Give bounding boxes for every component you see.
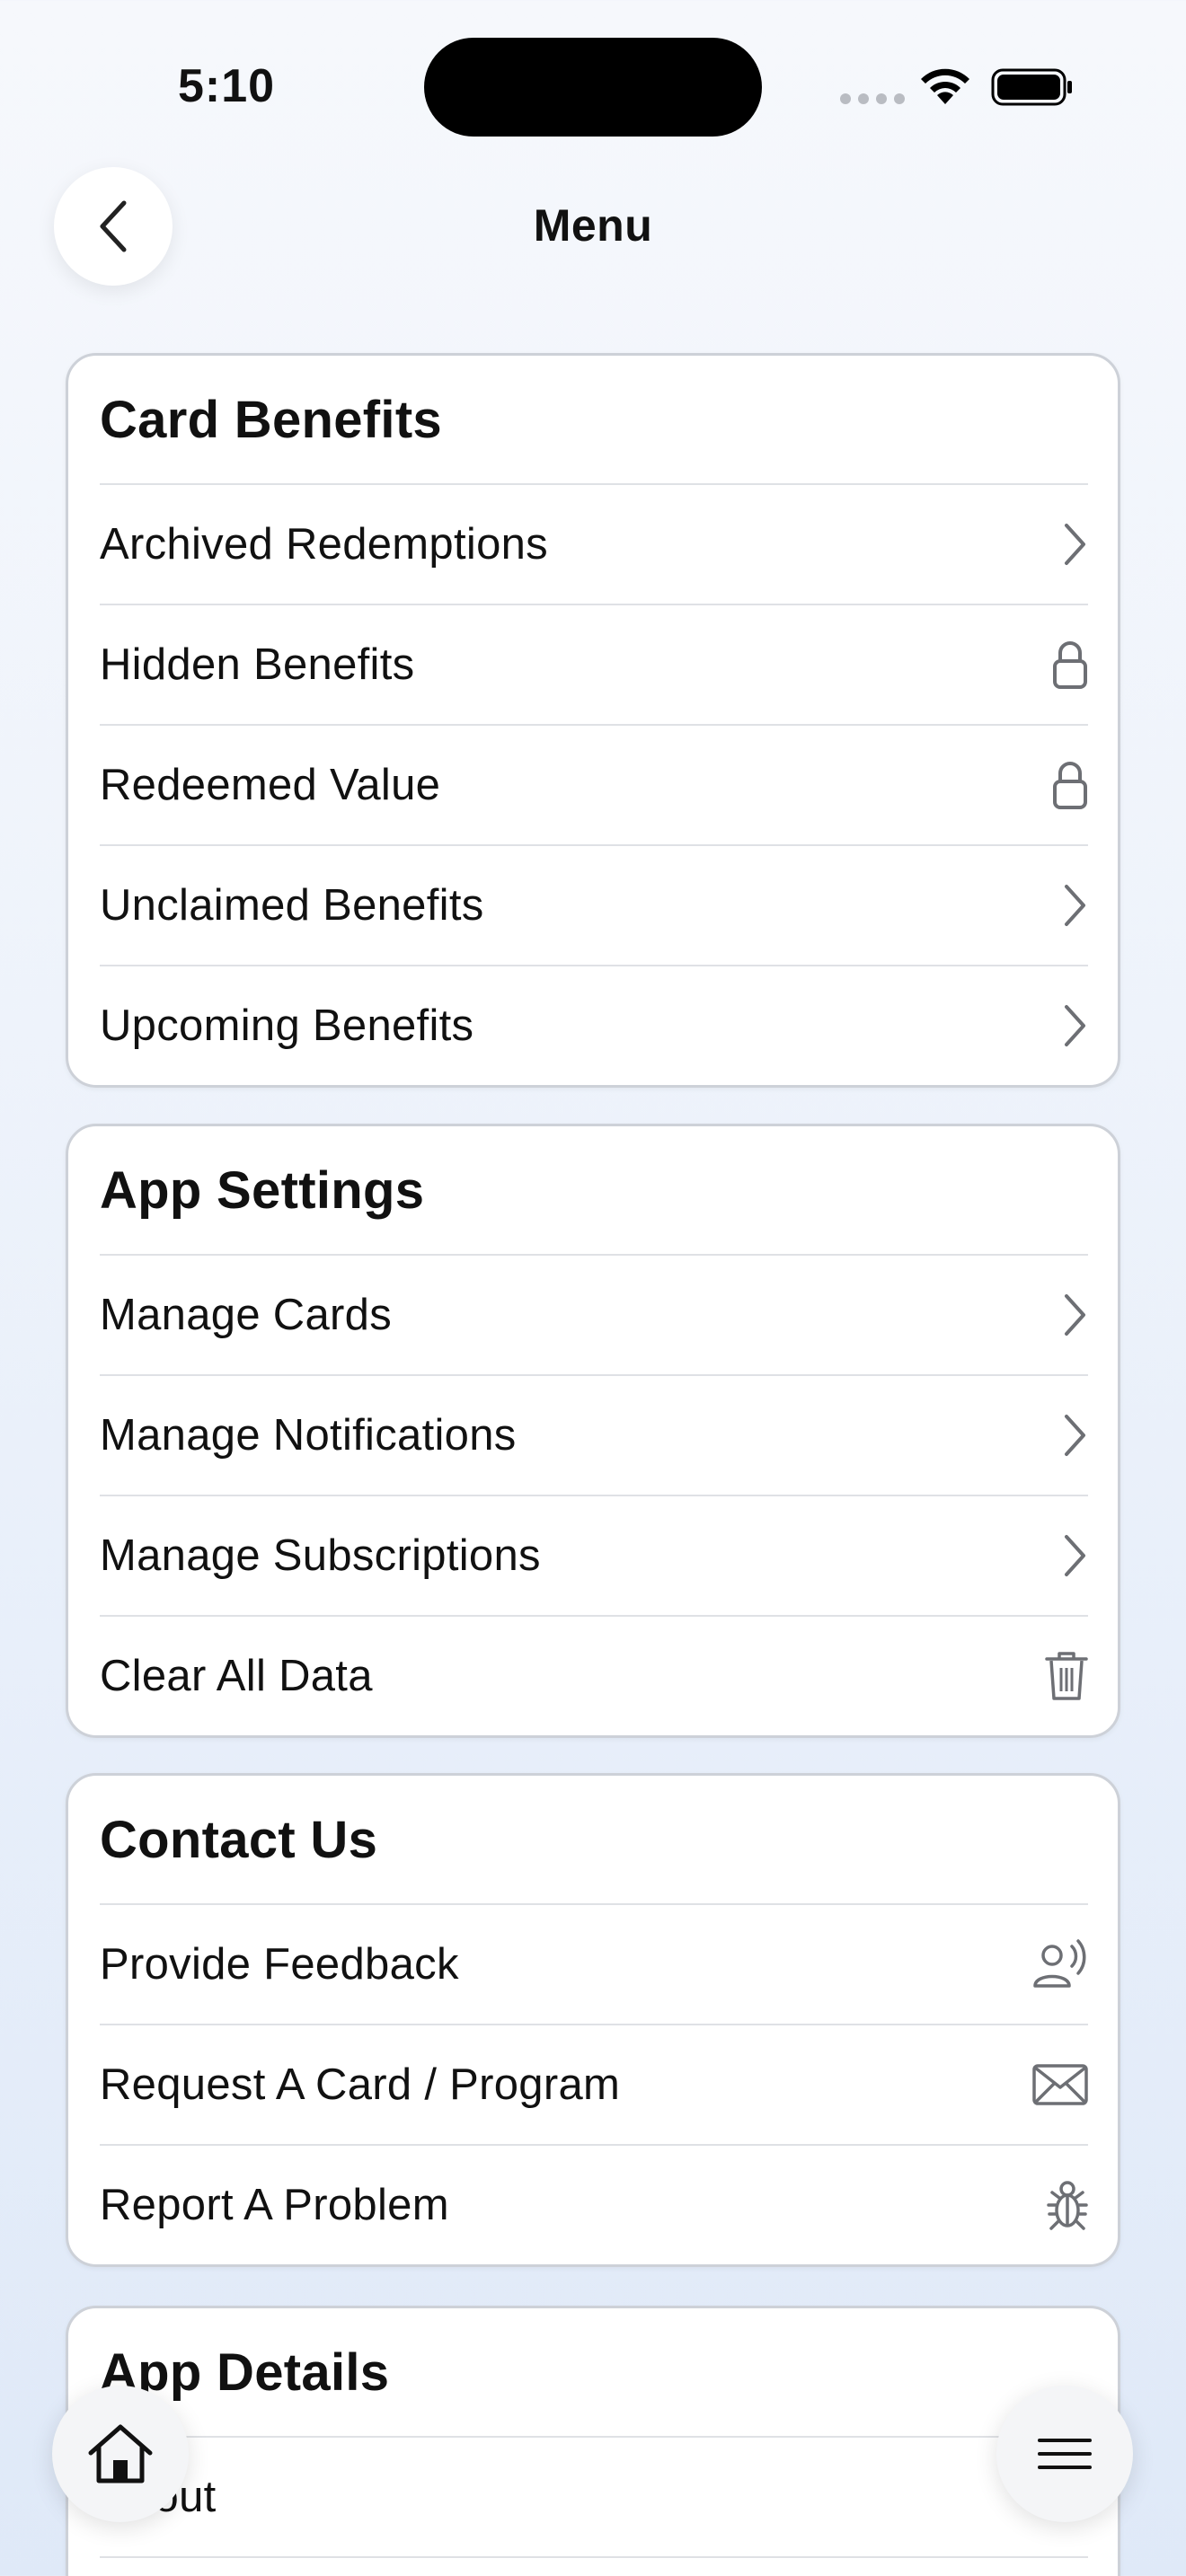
bug-icon (1047, 2181, 1088, 2230)
menu-item-archived-redemptions[interactable]: Archived Redemptions (100, 483, 1088, 604)
menu-item-label: Manage Notifications (100, 1411, 517, 1460)
status-icons (840, 65, 1083, 110)
chevron-right-icon (1065, 885, 1085, 926)
menu-item-label: Report A Problem (100, 2181, 449, 2229)
menu-button[interactable] (996, 2386, 1133, 2522)
trash-icon (1045, 1652, 1088, 1700)
menu-item-unclaimed-benefits[interactable]: Unclaimed Benefits (100, 844, 1088, 965)
menu-item-upcoming-benefits[interactable]: Upcoming Benefits (100, 965, 1088, 1085)
menu-item-request-a-card[interactable]: Request A Card / Program (100, 2024, 1088, 2144)
section-title: App Details (100, 2342, 390, 2402)
app-settings-section: App Settings Manage Cards Manage Notific… (66, 1124, 1120, 1738)
menu-item-label: Clear All Data (100, 1652, 373, 1700)
menu-item-label: Provide Feedback (100, 1940, 459, 1989)
menu-item-label: Archived Redemptions (100, 520, 548, 569)
person-speaking-icon (1033, 1939, 1086, 1988)
menu-item-label: Manage Subscriptions (100, 1531, 541, 1580)
menu-item-label: Redeemed Value (100, 761, 441, 809)
section-title: App Settings (100, 1160, 425, 1220)
menu-item-report-a-problem[interactable]: Report A Problem (100, 2144, 1088, 2264)
wifi-icon (921, 68, 969, 104)
house-icon (88, 2424, 153, 2483)
card-benefits-section: Card Benefits Archived Redemptions Hidde… (66, 353, 1120, 1088)
menu-item-label: Upcoming Benefits (100, 1001, 474, 1050)
status-time: 5:10 (178, 60, 276, 112)
envelope-icon (1032, 2064, 1088, 2105)
home-button[interactable] (52, 2386, 189, 2522)
menu-item-clear-all-data[interactable]: Clear All Data (100, 1615, 1088, 1735)
section-title: Card Benefits (100, 390, 442, 449)
dynamic-island (424, 38, 762, 137)
menu-item-hidden-benefits[interactable]: Hidden Benefits (100, 604, 1088, 724)
page-title: Menu (533, 200, 653, 251)
chevron-right-icon (1065, 524, 1085, 565)
menu-item-label: Hidden Benefits (100, 640, 415, 689)
lock-icon (1053, 641, 1087, 689)
menu-item-provide-feedback[interactable]: Provide Feedback (100, 1903, 1088, 2024)
menu-item-next[interactable] (100, 2556, 1088, 2576)
section-title: Contact Us (100, 1810, 378, 1869)
menu-item-manage-notifications[interactable]: Manage Notifications (100, 1374, 1088, 1495)
app-details-section: App Details About (66, 2306, 1120, 2576)
chevron-right-icon (1065, 1415, 1085, 1456)
menu-item-label: Unclaimed Benefits (100, 881, 484, 930)
menu-item-label: Request A Card / Program (100, 2060, 621, 2109)
menu-item-manage-cards[interactable]: Manage Cards (100, 1254, 1088, 1374)
contact-us-section: Contact Us Provide Feedback Request A Ca… (66, 1773, 1120, 2267)
cellular-signal-icon (840, 93, 905, 104)
lock-icon (1053, 762, 1087, 809)
hamburger-icon (1038, 2439, 1092, 2469)
menu-item-manage-subscriptions[interactable]: Manage Subscriptions (100, 1495, 1088, 1615)
chevron-right-icon (1065, 1294, 1085, 1336)
chevron-right-icon (1065, 1005, 1085, 1046)
chevron-right-icon (1065, 1535, 1085, 1576)
menu-item-label: Manage Cards (100, 1291, 392, 1339)
battery-icon (991, 68, 1072, 106)
menu-item-about[interactable]: About (100, 2436, 1088, 2556)
menu-item-redeemed-value[interactable]: Redeemed Value (100, 724, 1088, 844)
